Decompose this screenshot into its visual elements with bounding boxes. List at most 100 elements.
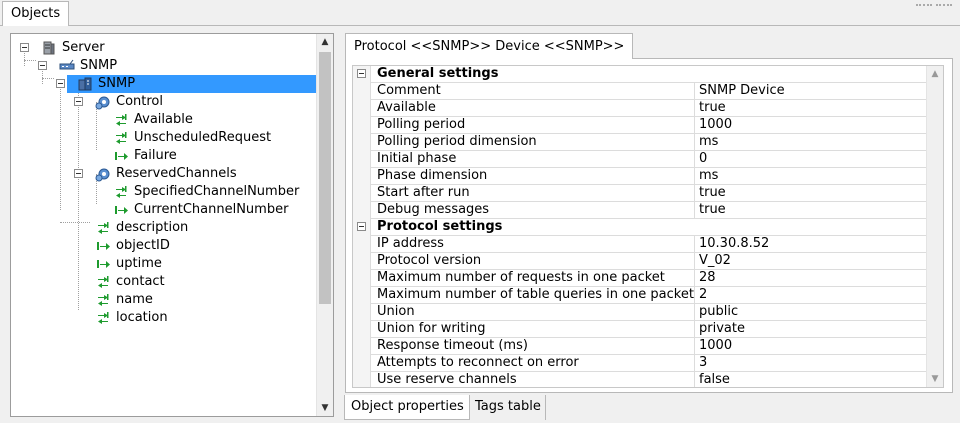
property-row[interactable]: Polling period 1000 bbox=[353, 117, 927, 134]
property-value[interactable]: ms bbox=[699, 168, 718, 184]
tree-item[interactable]: Server bbox=[11, 39, 317, 57]
tree-item[interactable]: UnscheduledRequest bbox=[11, 129, 317, 147]
property-value[interactable]: true bbox=[699, 185, 726, 201]
tree-item-label: description bbox=[116, 220, 189, 235]
tag-read-icon bbox=[113, 184, 129, 200]
property-value[interactable]: 10.30.8.52 bbox=[699, 236, 769, 252]
row-gutter bbox=[353, 219, 371, 236]
tree-item-label: location bbox=[116, 310, 168, 325]
scroll-down-icon[interactable]: ▼ bbox=[927, 371, 943, 387]
property-value[interactable]: V_02 bbox=[699, 253, 731, 269]
property-value[interactable]: ms bbox=[699, 134, 718, 150]
tag-read-icon bbox=[113, 130, 129, 146]
tree-item-label: Available bbox=[134, 112, 193, 127]
property-value[interactable]: private bbox=[699, 321, 745, 337]
property-value[interactable]: false bbox=[699, 372, 730, 387]
tree-item[interactable]: Failure bbox=[11, 147, 317, 165]
property-row[interactable]: Attempts to reconnect on error 3 bbox=[353, 355, 927, 372]
tree-item[interactable]: location bbox=[11, 309, 317, 327]
property-value[interactable]: 0 bbox=[699, 151, 707, 167]
tree-item[interactable]: ReservedChannels bbox=[11, 165, 317, 183]
section-protocol-settings[interactable]: Protocol settings bbox=[353, 219, 927, 236]
row-gutter bbox=[353, 372, 371, 387]
property-row[interactable]: Initial phase 0 bbox=[353, 151, 927, 168]
property-row[interactable]: Response timeout (ms) 1000 bbox=[353, 338, 927, 355]
properties-panel: Protocol <<SNMP>> Device <<SNMP>> Genera… bbox=[340, 30, 956, 396]
property-name: Polling period bbox=[377, 117, 695, 134]
property-row[interactable]: Polling period dimension ms bbox=[353, 134, 927, 151]
collapse-icon[interactable] bbox=[74, 97, 83, 106]
property-row[interactable]: Union public bbox=[353, 304, 927, 321]
section-general-settings[interactable]: General settings bbox=[353, 66, 927, 83]
collapse-icon[interactable] bbox=[38, 61, 47, 70]
property-value[interactable]: public bbox=[699, 304, 738, 320]
tree-item[interactable]: Control bbox=[11, 93, 317, 111]
property-name: Polling period dimension bbox=[377, 134, 695, 151]
scroll-down-icon[interactable]: ▼ bbox=[317, 400, 333, 416]
property-row[interactable]: Use reserve channels false bbox=[353, 372, 927, 387]
row-gutter bbox=[353, 117, 371, 134]
collapse-icon[interactable] bbox=[56, 79, 65, 88]
tree-item-label: Server bbox=[62, 40, 105, 55]
property-name: IP address bbox=[377, 236, 695, 253]
tree-item[interactable]: name bbox=[11, 291, 317, 309]
property-row[interactable]: Available true bbox=[353, 100, 927, 117]
tree-item[interactable]: CurrentChannelNumber bbox=[11, 201, 317, 219]
tree-item[interactable]: contact bbox=[11, 273, 317, 291]
property-row[interactable]: Union for writing private bbox=[353, 321, 927, 338]
collapse-icon[interactable] bbox=[74, 169, 83, 178]
property-value[interactable]: 28 bbox=[699, 270, 716, 286]
tree-item[interactable]: description bbox=[11, 219, 317, 237]
scroll-up-icon[interactable]: ▲ bbox=[317, 34, 333, 50]
scroll-thumb[interactable] bbox=[319, 52, 331, 304]
tag-read-icon bbox=[95, 310, 111, 326]
object-tree[interactable]: Server SNMP SNMP Control Available Unschedule… bbox=[10, 33, 334, 417]
property-row[interactable]: Start after run true bbox=[353, 185, 927, 202]
property-value[interactable]: 1000 bbox=[699, 117, 732, 133]
tab-object-properties[interactable]: Object properties bbox=[344, 395, 470, 420]
tree-item[interactable]: objectID bbox=[11, 237, 317, 255]
property-row[interactable]: Maximum number of table queries in one p… bbox=[353, 287, 927, 304]
property-row[interactable]: Protocol version V_02 bbox=[353, 253, 927, 270]
property-value[interactable]: true bbox=[699, 100, 726, 116]
tree-item[interactable]: Available bbox=[11, 111, 317, 129]
property-name: Debug messages bbox=[377, 202, 695, 219]
property-value[interactable]: SNMP Device bbox=[699, 83, 785, 99]
row-gutter bbox=[353, 151, 371, 168]
tree-scrollbar[interactable]: ▲ ▼ bbox=[316, 34, 333, 416]
property-value[interactable]: 1000 bbox=[699, 338, 732, 354]
property-row[interactable]: Debug messages true bbox=[353, 202, 927, 219]
property-grid[interactable]: General settings Comment SNMP Device Availa… bbox=[352, 65, 944, 388]
property-name: Union for writing bbox=[377, 321, 695, 338]
top-tab-strip: Objects bbox=[0, 0, 960, 26]
property-name: Protocol version bbox=[377, 253, 695, 270]
property-value[interactable]: true bbox=[699, 202, 726, 218]
tree-item[interactable]: uptime bbox=[11, 255, 317, 273]
tab-tags-table[interactable]: Tags table bbox=[471, 395, 546, 420]
tree-item[interactable]: SNMP bbox=[11, 75, 317, 93]
tree-item-label: SNMP bbox=[98, 76, 136, 91]
tree-item[interactable]: SNMP bbox=[11, 57, 317, 75]
property-row[interactable]: Comment SNMP Device bbox=[353, 83, 927, 100]
collapse-icon[interactable] bbox=[357, 222, 366, 231]
property-value[interactable]: 3 bbox=[699, 355, 707, 371]
property-row[interactable]: Maximum number of requests in one packet… bbox=[353, 270, 927, 287]
tree-item-label: SpecifiedChannelNumber bbox=[134, 184, 300, 199]
property-name: Maximum number of requests in one packet bbox=[377, 270, 695, 287]
grid-scrollbar[interactable]: ▲ ▼ bbox=[926, 66, 943, 387]
property-name: Response timeout (ms) bbox=[377, 338, 695, 355]
scroll-up-icon[interactable]: ▲ bbox=[927, 66, 943, 82]
bottom-tab-strip: Object properties Tags table bbox=[340, 395, 956, 421]
property-row[interactable]: IP address 10.30.8.52 bbox=[353, 236, 927, 253]
tree-item[interactable]: SpecifiedChannelNumber bbox=[11, 183, 317, 201]
property-row[interactable]: Phase dimension ms bbox=[353, 168, 927, 185]
section-title: Protocol settings bbox=[377, 219, 503, 234]
property-value[interactable]: 2 bbox=[699, 287, 707, 303]
tree-item-label: CurrentChannelNumber bbox=[134, 202, 289, 217]
collapse-icon[interactable] bbox=[357, 69, 366, 78]
collapse-icon[interactable] bbox=[20, 43, 29, 52]
row-gutter bbox=[353, 202, 371, 219]
tab-protocol-device[interactable]: Protocol <<SNMP>> Device <<SNMP>> bbox=[345, 33, 634, 59]
tree-item-label: Control bbox=[116, 94, 163, 109]
tab-objects[interactable]: Objects bbox=[2, 1, 70, 26]
